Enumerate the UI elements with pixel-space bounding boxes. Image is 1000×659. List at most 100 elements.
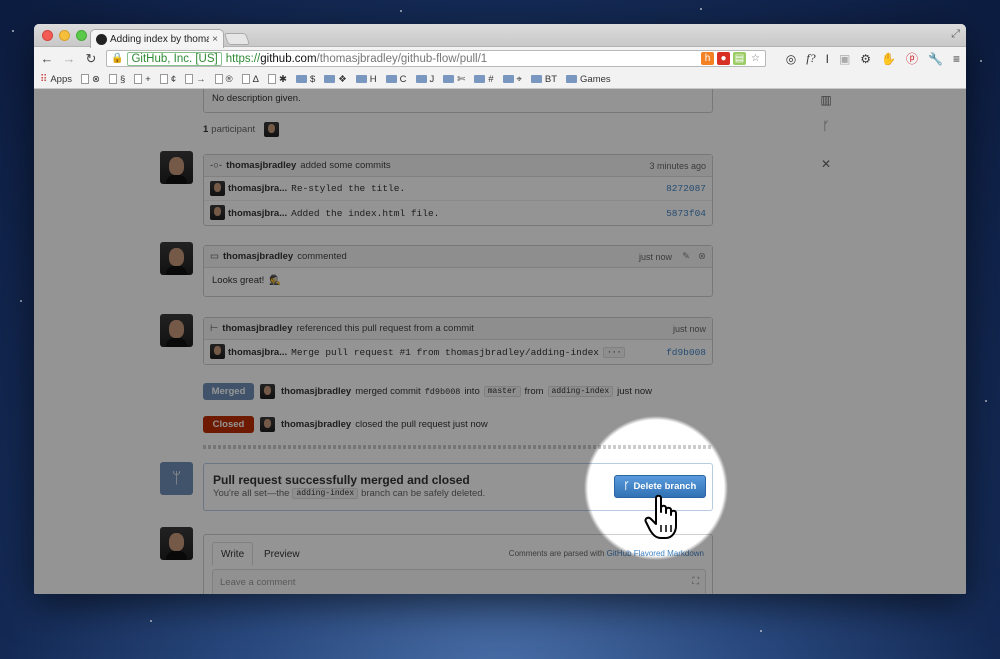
bookmark-label: ® bbox=[225, 73, 233, 85]
merge-icon: ᛘ bbox=[160, 462, 193, 495]
expand-commit-button[interactable]: ··· bbox=[602, 346, 626, 358]
bookmark-label: $ bbox=[309, 73, 316, 85]
tab-title: Adding index by thomasjb bbox=[110, 33, 210, 45]
extension-icon[interactable]: ▣ bbox=[839, 52, 850, 66]
event-time: 3 minutes ago bbox=[649, 160, 706, 171]
bookmark-label: J bbox=[429, 73, 435, 85]
bookmark-label: ⊗ bbox=[91, 73, 100, 85]
bookmark-label: BT bbox=[544, 73, 558, 85]
bookmark-item[interactable]: ⠿ Apps bbox=[40, 74, 72, 85]
commit-row: thomasjbra... Added the index.html file.… bbox=[204, 201, 712, 225]
pinterest-icon[interactable]: ⓟ bbox=[906, 50, 918, 67]
title-bar: Adding index by thomasjb × ⤢ bbox=[34, 24, 966, 48]
comment-body: Looks great! bbox=[212, 275, 265, 286]
close-window-button[interactable] bbox=[42, 30, 53, 41]
new-tab-button[interactable] bbox=[223, 33, 251, 45]
branch-icon[interactable]: ᚴ bbox=[818, 119, 834, 135]
avatar[interactable] bbox=[210, 344, 225, 359]
gear-icon[interactable]: ⚙ bbox=[860, 52, 871, 66]
closed-event-text: thomasjbradley closed the pull request j… bbox=[281, 419, 488, 430]
extension-icon[interactable]: ◎ bbox=[786, 52, 796, 66]
bookmarks-bar: ⠿ Apps ⊗ § + ¢ → ® Δ ✱ $ ❖ H C J ✄ # ⌖ BT Games bbox=[34, 70, 966, 89]
graphs-icon[interactable]: ▥ bbox=[818, 93, 834, 109]
bookmark-item[interactable]: ¢ bbox=[159, 73, 177, 85]
page-icon bbox=[134, 74, 143, 84]
bookmark-item[interactable]: ⊗ bbox=[80, 73, 100, 85]
bookmark-item[interactable]: → bbox=[185, 74, 206, 85]
tab-write[interactable]: Write bbox=[212, 542, 254, 566]
bookmark-label: § bbox=[119, 73, 126, 85]
fullscreen-editor-icon[interactable]: ⛶ bbox=[692, 576, 699, 587]
bookmark-label: ¢ bbox=[170, 73, 177, 85]
bookmark-item[interactable]: ⌖ bbox=[502, 74, 522, 85]
delete-comment-icon[interactable]: ⊗ bbox=[698, 251, 706, 262]
lock-icon: 🔒 bbox=[111, 53, 124, 64]
extension-icon[interactable]: ● bbox=[717, 52, 730, 65]
bookmark-item[interactable]: # bbox=[474, 74, 494, 85]
bookmark-item[interactable]: C bbox=[385, 73, 407, 85]
wrench-icon[interactable]: 🔧 bbox=[928, 52, 943, 66]
avatar[interactable] bbox=[264, 122, 280, 137]
menu-icon[interactable]: ≡ bbox=[953, 52, 960, 66]
settings-tools-icon[interactable]: ✕ bbox=[818, 157, 834, 173]
avatar[interactable] bbox=[260, 384, 275, 399]
address-bar[interactable]: 🔒 GitHub, Inc. [US] https://github.com/t… bbox=[106, 50, 766, 67]
bookmark-item[interactable]: J bbox=[415, 73, 435, 85]
bookmark-item[interactable]: H bbox=[355, 74, 377, 85]
font-icon[interactable]: f? bbox=[806, 51, 815, 66]
bookmark-item[interactable]: § bbox=[108, 73, 126, 85]
window-controls bbox=[42, 30, 87, 41]
folder-icon bbox=[530, 75, 542, 83]
minimize-window-button[interactable] bbox=[59, 30, 70, 41]
fullscreen-icon[interactable]: ⤢ bbox=[951, 28, 960, 41]
ev-certificate-label[interactable]: GitHub, Inc. [US] bbox=[127, 51, 222, 66]
page-icon bbox=[185, 74, 194, 84]
avatar[interactable] bbox=[160, 242, 193, 275]
event-author[interactable]: thomasjbradley bbox=[223, 251, 293, 262]
bookmark-item[interactable]: + bbox=[134, 74, 151, 85]
hand-cursor-icon bbox=[644, 494, 677, 539]
bookmark-item[interactable]: ❖ bbox=[324, 74, 347, 85]
event-author[interactable]: thomasjbradley bbox=[226, 160, 296, 171]
folder-icon bbox=[324, 75, 336, 83]
bookmark-item[interactable]: Games bbox=[566, 74, 611, 85]
comment-event: ▭ thomasjbradley commented just now ✎ ⊗ … bbox=[203, 245, 713, 297]
event-time: just now bbox=[639, 251, 673, 262]
avatar[interactable] bbox=[160, 151, 193, 184]
comment-icon: ▭ bbox=[210, 251, 219, 262]
bookmark-item[interactable]: ® bbox=[214, 73, 233, 85]
comment-textarea[interactable]: Leave a comment ⛶ bbox=[212, 569, 706, 594]
merge-status-box: Pull request successfully merged and clo… bbox=[203, 463, 713, 511]
emoji-icon: 🕵 bbox=[269, 275, 282, 286]
reload-icon[interactable]: ↻ bbox=[84, 51, 98, 67]
zoom-window-button[interactable] bbox=[76, 30, 87, 41]
back-icon[interactable]: ← bbox=[40, 51, 54, 66]
browser-tab[interactable]: Adding index by thomasjb × bbox=[90, 29, 224, 48]
avatar[interactable] bbox=[260, 417, 275, 432]
forward-icon[interactable]: → bbox=[62, 51, 76, 66]
tab-close-icon[interactable]: × bbox=[212, 34, 223, 45]
bookmark-item[interactable]: Δ bbox=[241, 74, 259, 85]
tab-preview[interactable]: Preview bbox=[256, 542, 308, 566]
extension-icon[interactable]: ▤ bbox=[733, 52, 746, 65]
event-author[interactable]: thomasjbradley bbox=[222, 323, 292, 334]
bookmark-item[interactable]: $ bbox=[295, 73, 316, 85]
markdown-link[interactable]: GitHub Flavored Markdown bbox=[607, 549, 704, 558]
text-cursor-icon[interactable]: I bbox=[826, 52, 829, 66]
no-description-text: No description given. bbox=[212, 93, 301, 104]
bookmark-label: ✄ bbox=[457, 73, 466, 85]
extension-icon[interactable]: h bbox=[701, 52, 714, 65]
avatar[interactable] bbox=[210, 205, 225, 220]
folder-icon bbox=[415, 75, 427, 83]
hand-icon[interactable]: ✋ bbox=[881, 52, 896, 66]
edit-pencil-icon[interactable]: ✎ bbox=[682, 251, 690, 262]
bookmark-item[interactable]: BT bbox=[530, 73, 558, 85]
avatar[interactable] bbox=[160, 527, 193, 560]
url-text: https://github.com/thomasjbradley/github… bbox=[225, 52, 488, 65]
bookmark-label: C bbox=[399, 73, 407, 85]
bookmark-item[interactable]: ✱ bbox=[267, 74, 287, 85]
avatar[interactable] bbox=[160, 314, 193, 347]
avatar[interactable] bbox=[210, 181, 225, 196]
bookmark-item[interactable]: ✄ bbox=[443, 74, 465, 85]
bookmark-star-icon[interactable]: ☆ bbox=[749, 52, 762, 65]
